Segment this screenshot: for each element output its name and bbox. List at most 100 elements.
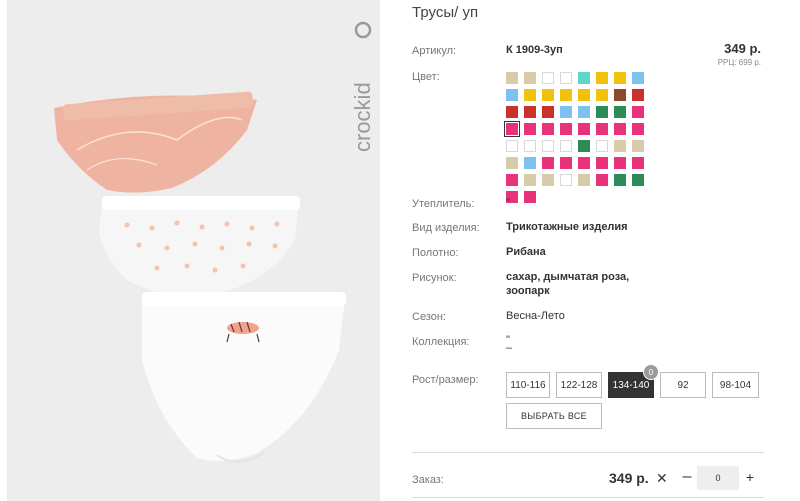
color-swatch[interactable] <box>632 140 644 152</box>
color-swatch[interactable] <box>524 72 536 84</box>
color-swatch[interactable] <box>614 140 626 152</box>
color-swatch[interactable] <box>524 191 536 203</box>
color-swatch[interactable] <box>560 140 572 152</box>
color-swatch[interactable] <box>542 106 554 118</box>
order-divider-top <box>412 452 764 453</box>
color-swatch[interactable] <box>596 157 608 169</box>
product-info: Трусы/ уп Артикул: К 1909-3уп 349 р. РРЦ… <box>412 0 800 501</box>
fabric-value: Рибана <box>506 246 546 258</box>
size-option-label: 134-140 <box>612 379 650 391</box>
color-swatch[interactable] <box>596 106 608 118</box>
color-swatch[interactable] <box>578 89 590 101</box>
order-label: Заказ: <box>412 474 444 486</box>
brand-logo: crockid <box>342 20 380 160</box>
order-divider-bottom <box>412 497 764 498</box>
color-swatch[interactable] <box>524 89 536 101</box>
size-option-122-128[interactable]: 122-128 <box>556 372 602 398</box>
color-swatch[interactable] <box>560 89 572 101</box>
size-label: Рост/размер: <box>412 374 479 386</box>
color-swatch[interactable] <box>542 72 554 84</box>
color-swatch[interactable] <box>578 106 590 118</box>
color-swatch[interactable] <box>596 72 608 84</box>
color-swatch[interactable] <box>506 140 518 152</box>
color-swatch[interactable] <box>560 123 572 135</box>
color-swatch[interactable] <box>560 72 572 84</box>
color-swatch[interactable] <box>632 72 644 84</box>
color-swatch[interactable] <box>524 106 536 118</box>
underwear-illustration <box>54 91 346 463</box>
color-swatch[interactable] <box>596 174 608 186</box>
color-swatch[interactable] <box>542 89 554 101</box>
size-option-110-116[interactable]: 110-116 <box>506 372 550 398</box>
color-swatch[interactable] <box>596 140 608 152</box>
color-swatch[interactable] <box>614 174 626 186</box>
color-swatch[interactable] <box>578 174 590 186</box>
color-swatch[interactable] <box>632 174 644 186</box>
color-swatch[interactable] <box>614 123 626 135</box>
color-swatch[interactable] <box>542 140 554 152</box>
color-swatch[interactable] <box>542 157 554 169</box>
color-swatch[interactable] <box>596 123 608 135</box>
color-swatch[interactable] <box>542 174 554 186</box>
color-swatch[interactable] <box>614 72 626 84</box>
type-value: Трикотажные изделия <box>506 221 628 233</box>
color-swatch[interactable] <box>506 157 518 169</box>
color-swatch[interactable] <box>542 123 554 135</box>
color-swatch[interactable] <box>614 89 626 101</box>
color-swatch[interactable] <box>560 106 572 118</box>
size-option-label: 92 <box>677 379 689 391</box>
color-swatch[interactable] <box>578 157 590 169</box>
decrease-quantity-button[interactable]: – <box>680 466 694 488</box>
color-swatches <box>504 72 656 203</box>
color-swatch[interactable] <box>506 174 518 186</box>
brand-logo-text: crockid <box>350 82 375 152</box>
color-swatch[interactable] <box>506 106 518 118</box>
color-swatch[interactable] <box>578 140 590 152</box>
insulation-value: " <box>506 197 510 209</box>
color-swatch[interactable] <box>632 106 644 118</box>
article-label: Артикул: <box>412 45 457 57</box>
pattern-value-line2: зоопарк <box>506 285 550 297</box>
color-swatch[interactable] <box>632 157 644 169</box>
color-swatch[interactable] <box>614 106 626 118</box>
product-photo[interactable]: crockid <box>7 0 380 501</box>
size-option-134-140[interactable]: 134-140 0 <box>608 364 659 398</box>
color-swatch[interactable] <box>578 123 590 135</box>
color-swatch[interactable] <box>596 89 608 101</box>
size-option-92[interactable]: 92 <box>660 372 706 398</box>
product-price: 349 р. <box>724 41 761 56</box>
color-swatch[interactable] <box>560 157 572 169</box>
color-swatch[interactable] <box>578 72 590 84</box>
fabric-label: Полотно: <box>412 247 459 259</box>
size-options: 110-116 122-128 134-140 0 92 98-104 <box>506 364 759 398</box>
color-swatch[interactable] <box>506 89 518 101</box>
collection-value-line2: – <box>506 342 513 354</box>
article-value: К 1909-3уп <box>506 44 563 56</box>
quantity-input[interactable] <box>697 466 739 490</box>
select-all-button[interactable]: ВЫБРАТЬ ВСЕ <box>506 403 602 429</box>
rrp-price: РРЦ: 699 р. <box>717 58 761 67</box>
close-icon[interactable]: ✕ <box>656 470 668 487</box>
color-swatch[interactable] <box>506 72 518 84</box>
color-swatch[interactable] <box>632 89 644 101</box>
insulation-label: Утеплитель: <box>412 198 475 210</box>
color-swatch[interactable] <box>524 174 536 186</box>
color-swatch[interactable] <box>614 157 626 169</box>
color-swatch[interactable] <box>632 123 644 135</box>
pattern-label: Рисунок: <box>412 272 457 284</box>
product-title: Трусы/ уп <box>412 4 479 21</box>
size-option-98-104[interactable]: 98-104 <box>712 372 759 398</box>
size-option-label: 122-128 <box>560 379 598 391</box>
size-option-label: 110-116 <box>510 379 546 391</box>
color-swatch[interactable] <box>560 174 572 186</box>
color-label: Цвет: <box>412 71 440 83</box>
color-swatch[interactable] <box>524 123 536 135</box>
color-swatch[interactable] <box>524 140 536 152</box>
season-value: Весна-Лето <box>506 310 565 322</box>
color-swatch[interactable] <box>524 157 536 169</box>
order-price: 349 р. <box>609 470 649 486</box>
size-option-label: 98-104 <box>719 379 752 391</box>
color-swatch[interactable] <box>504 121 520 137</box>
type-label: Вид изделия: <box>412 222 480 234</box>
increase-quantity-button[interactable]: + <box>743 466 757 488</box>
